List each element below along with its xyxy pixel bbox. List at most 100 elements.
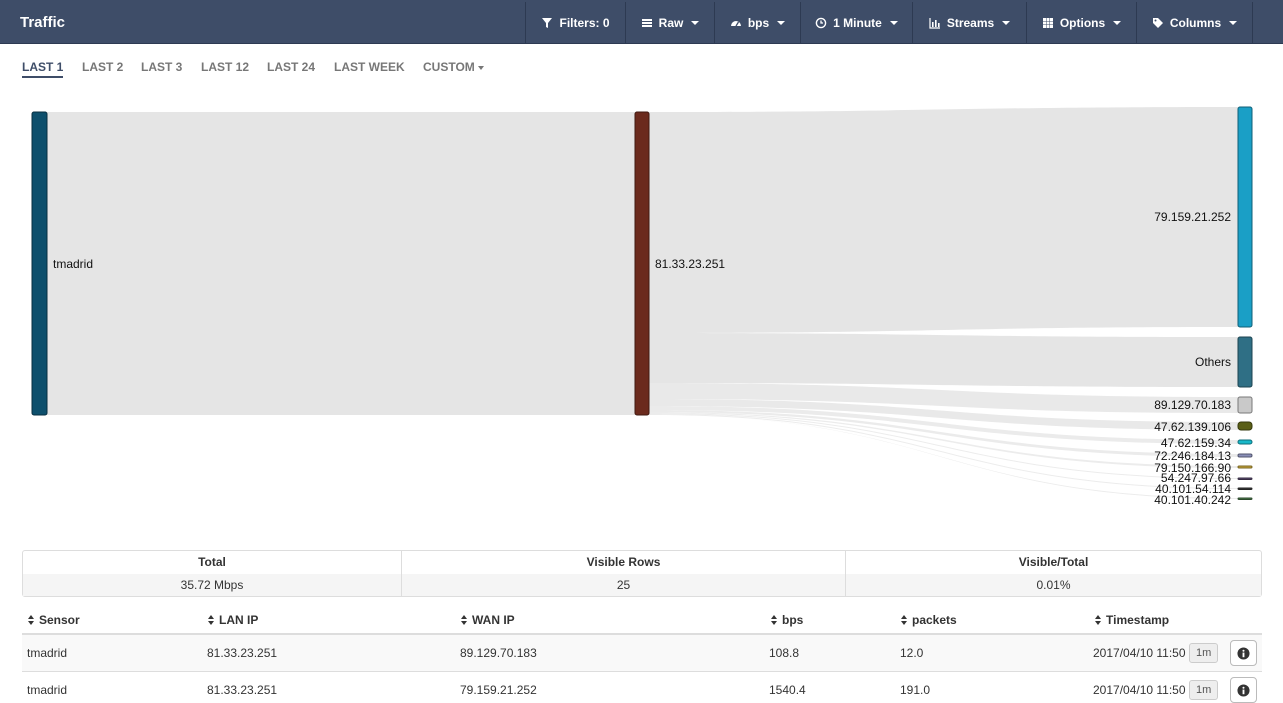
options-dropdown[interactable]: Options [1026, 2, 1136, 43]
sankey-node-target-2[interactable] [1237, 396, 1253, 414]
cell-timestamp: 2017/04/10 11:50 [1093, 683, 1186, 697]
table-header: Sensor LAN IP WAN IP bps packets Timesta… [22, 607, 1262, 635]
sankey-node-target-5[interactable] [1237, 453, 1253, 458]
units-label: bps [747, 15, 770, 30]
chevron-down-icon [1002, 20, 1011, 25]
sort-icon [901, 615, 908, 625]
cell-wan-ip: 79.159.21.252 [460, 683, 537, 697]
interval-badge: 1m [1189, 680, 1219, 700]
chevron-down-icon [889, 20, 898, 25]
column-lan-ip[interactable]: LAN IP [208, 613, 258, 627]
tab-last-1[interactable]: LAST 1 [22, 60, 64, 78]
summary-ratio-value: 0.01% [846, 574, 1261, 596]
sankey-node-middle[interactable] [634, 111, 650, 416]
sankey-label-target-9: 40.101.40.242 [1154, 493, 1231, 507]
cell-bps: 108.8 [769, 646, 800, 660]
sankey-label-source: tmadrid [53, 257, 93, 271]
cell-packets: 191.0 [900, 683, 931, 697]
column-lan-ip-label: LAN IP [219, 613, 259, 627]
raw-dropdown[interactable]: Raw [625, 2, 714, 43]
tab-last-week[interactable]: LAST WEEK [334, 60, 405, 74]
tags-icon [1152, 17, 1163, 28]
sankey-node-target-8[interactable] [1237, 487, 1253, 490]
summary-ratio: Visible/Total 0.01% [846, 551, 1261, 596]
streams-dropdown[interactable]: Streams [912, 2, 1026, 43]
chevron-down-icon [477, 65, 484, 70]
sankey-link-target-0 [649, 107, 1238, 333]
tab-last-12[interactable]: LAST 12 [201, 60, 249, 74]
summary-visible-label: Visible Rows [586, 555, 661, 569]
sort-icon [771, 615, 778, 625]
sankey-label-target-4: 47.62.159.34 [1161, 436, 1231, 450]
cell-sensor: tmadrid [27, 683, 68, 697]
cell-wan-ip: 89.129.70.183 [460, 646, 537, 660]
summary-total: Total 35.72 Mbps [23, 551, 402, 596]
options-label: Options [1059, 15, 1106, 30]
sankey-node-target-9[interactable] [1237, 497, 1253, 500]
summary-ratio-label: Visible/Total [1018, 555, 1089, 569]
sankey-label-target-1: Others [1195, 355, 1231, 369]
clock-icon [815, 17, 827, 28]
chevron-down-icon [777, 20, 786, 25]
interval-label: 1 Minute [833, 15, 882, 30]
info-icon [1237, 646, 1250, 660]
streams-label: Streams [946, 15, 995, 30]
interval-badge: 1m [1189, 643, 1219, 663]
summary-visible-rows: Visible Rows 25 [402, 551, 846, 596]
sankey-node-target-4[interactable] [1237, 439, 1253, 445]
tab-last-3[interactable]: LAST 3 [141, 60, 182, 74]
sankey-link-target-1 [649, 333, 1238, 387]
table-icon [641, 18, 652, 27]
grid-icon [1042, 17, 1053, 28]
cell-packets: 12.0 [900, 646, 924, 660]
sort-icon [1095, 615, 1102, 625]
tab-custom[interactable]: CUSTOM [423, 60, 484, 74]
summary-panel: Total 35.72 Mbps Visible Rows 25 Visible… [22, 550, 1262, 597]
traffic-table: Sensor LAN IP WAN IP bps packets Timesta… [22, 607, 1262, 703]
raw-label: Raw [658, 15, 684, 30]
column-sensor[interactable]: Sensor [28, 613, 80, 627]
sankey-node-target-6[interactable] [1237, 465, 1253, 469]
chevron-down-icon [1113, 20, 1122, 25]
sort-icon [461, 615, 468, 625]
sort-icon [208, 615, 215, 625]
table-row[interactable]: tmadrid 81.33.23.251 79.159.21.252 1540.… [22, 672, 1262, 703]
filters-button[interactable]: Filters: 0 [525, 2, 625, 43]
column-sensor-label: Sensor [39, 613, 80, 627]
sankey-node-target-1[interactable] [1237, 336, 1253, 388]
sankey-diagram: tmadrid 81.33.23.251 79.159.21.252 Other… [31, 106, 1253, 507]
column-timestamp[interactable]: Timestamp [1095, 613, 1169, 627]
columns-label: Columns [1169, 15, 1222, 30]
tab-last-24[interactable]: LAST 24 [267, 60, 315, 74]
units-dropdown[interactable]: bps [714, 2, 800, 43]
tab-last-2[interactable]: LAST 2 [82, 60, 123, 74]
app-title: Traffic [20, 14, 66, 31]
top-navbar: Traffic Filters: 0 Raw bps 1 Minute Stre… [0, 0, 1283, 44]
cell-lan-ip: 81.33.23.251 [207, 646, 278, 660]
summary-total-label: Total [198, 555, 226, 569]
summary-total-value: 35.72 Mbps [23, 574, 401, 596]
column-bps[interactable]: bps [771, 613, 803, 627]
tab-custom-label: CUSTOM [423, 60, 475, 74]
sankey-node-target-7[interactable] [1237, 477, 1253, 480]
row-info-button[interactable] [1230, 640, 1257, 666]
sankey-node-target-0[interactable] [1237, 106, 1253, 328]
chevron-down-icon [1229, 20, 1238, 25]
column-packets[interactable]: packets [901, 613, 957, 627]
sankey-label-target-3: 47.62.139.106 [1154, 420, 1231, 434]
table-row[interactable]: tmadrid 81.33.23.251 89.129.70.183 108.8… [22, 635, 1262, 672]
cell-sensor: tmadrid [27, 646, 68, 660]
summary-visible-value: 25 [402, 574, 845, 596]
interval-dropdown[interactable]: 1 Minute [800, 2, 912, 43]
columns-dropdown[interactable]: Columns [1136, 2, 1252, 43]
sankey-node-target-3[interactable] [1237, 421, 1253, 431]
column-wan-ip-label: WAN IP [472, 613, 515, 627]
sankey-link-source-middle [47, 112, 635, 415]
filter-icon [542, 17, 553, 28]
row-info-button[interactable] [1230, 677, 1257, 703]
column-wan-ip[interactable]: WAN IP [461, 613, 515, 627]
column-bps-label: bps [782, 613, 804, 627]
navbar-spacer [1252, 2, 1283, 43]
sankey-node-source[interactable] [31, 111, 48, 416]
dashboard-icon [730, 20, 741, 26]
